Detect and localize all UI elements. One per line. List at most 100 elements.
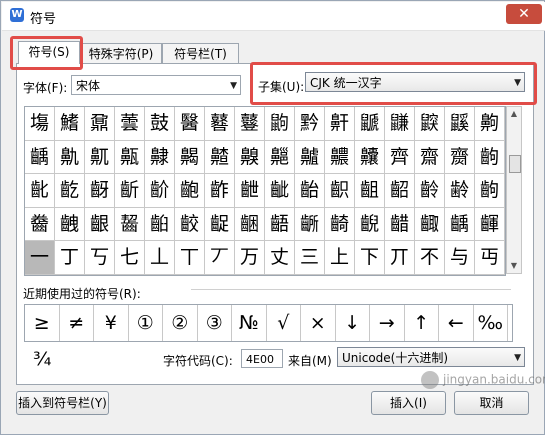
- symbol-cell[interactable]: 丁: [55, 241, 85, 275]
- recent-symbol[interactable]: ↓: [336, 305, 370, 341]
- symbol-cell[interactable]: 丂: [85, 241, 115, 275]
- recent-symbol[interactable]: ‰: [474, 305, 508, 341]
- tab-symbols[interactable]: 符号(S): [18, 41, 80, 64]
- symbol-cell[interactable]: 丏: [475, 241, 505, 275]
- recent-symbol[interactable]: ≠: [60, 305, 94, 341]
- symbol-cell[interactable]: 齆: [265, 140, 295, 174]
- encoding-select[interactable]: Unicode(十六进制) ▼: [337, 347, 525, 367]
- symbol-cell[interactable]: 丌: [385, 241, 415, 275]
- recent-symbol[interactable]: ↑: [405, 305, 439, 341]
- tab-symbol-bar[interactable]: 符号栏(T): [162, 43, 239, 64]
- symbol-cell[interactable]: 齌: [445, 140, 475, 174]
- symbol-cell[interactable]: 鼷: [445, 107, 475, 141]
- symbol-cell[interactable]: 鼸: [385, 107, 415, 141]
- symbol-cell[interactable]: 上: [325, 241, 355, 275]
- symbol-cell[interactable]: 塲: [25, 107, 55, 141]
- recent-symbol[interactable]: ③: [198, 305, 232, 341]
- symbol-cell[interactable]: 齥: [55, 207, 85, 241]
- insert-to-symbol-bar-button[interactable]: 插入到符号栏(Y): [16, 391, 109, 415]
- font-select[interactable]: 宋体 ▼: [71, 75, 241, 95]
- scroll-up-icon[interactable]: ▲: [507, 107, 521, 121]
- symbol-cell[interactable]: 齡: [415, 174, 445, 208]
- symbol-cell[interactable]: 齭: [295, 207, 325, 241]
- symbol-cell[interactable]: 鼶: [355, 107, 385, 141]
- symbol-cell[interactable]: 齘: [145, 174, 175, 208]
- symbol-cell[interactable]: 万: [235, 241, 265, 275]
- symbol-cell[interactable]: 齮: [325, 207, 355, 241]
- symbol-cell[interactable]: 齉: [355, 140, 385, 174]
- symbol-cell[interactable]: 醫: [175, 107, 205, 141]
- symbol-cell[interactable]: 鼟: [235, 107, 265, 141]
- recent-symbol[interactable]: ≥: [25, 305, 60, 341]
- symbol-cell[interactable]: 齔: [25, 174, 55, 208]
- symbol-cell[interactable]: 丆: [205, 241, 235, 275]
- symbol-cell[interactable]: 齛: [235, 174, 265, 208]
- symbol-cell[interactable]: 鼽: [55, 140, 85, 174]
- symbol-cell[interactable]: 齱: [415, 207, 445, 241]
- close-button[interactable]: ✕: [506, 4, 542, 24]
- symbol-cell[interactable]: 丄: [145, 241, 175, 275]
- symbol-cell[interactable]: 齃: [175, 140, 205, 174]
- symbol-cell[interactable]: 齄: [205, 140, 235, 174]
- recent-symbol[interactable]: ←: [439, 305, 474, 341]
- recent-symbol[interactable]: №: [232, 305, 267, 341]
- symbol-cell[interactable]: 齜: [265, 174, 295, 208]
- recent-symbol[interactable]: ¥: [94, 305, 129, 341]
- symbol-cell[interactable]: 与: [445, 241, 475, 275]
- symbol-cell[interactable]: 齣: [475, 140, 505, 174]
- symbol-cell[interactable]: 齗: [115, 174, 145, 208]
- insert-button[interactable]: 插入(I): [371, 391, 446, 415]
- symbol-cell[interactable]: 齝: [295, 174, 325, 208]
- subset-select[interactable]: CJK 统一汉字 ▼: [305, 72, 525, 92]
- symbol-cell[interactable]: 一: [25, 241, 55, 275]
- symbol-cell[interactable]: 不: [415, 241, 445, 275]
- symbol-cell[interactable]: 鼾: [325, 107, 355, 141]
- symbol-cell[interactable]: 齖: [85, 174, 115, 208]
- symbol-cell[interactable]: 齇: [295, 140, 325, 174]
- symbol-cell[interactable]: 齰: [385, 207, 415, 241]
- symbol-cell[interactable]: 齀: [115, 140, 145, 174]
- symbol-cell[interactable]: 鰭: [55, 107, 85, 141]
- symbol-cell[interactable]: 齦: [85, 207, 115, 241]
- grid-scrollbar[interactable]: ▲ ▼: [506, 106, 522, 274]
- recent-symbol[interactable]: →: [370, 305, 405, 341]
- cancel-button[interactable]: 取消: [454, 391, 529, 415]
- recent-symbol[interactable]: √: [267, 305, 301, 341]
- symbol-cell[interactable]: 鼓: [145, 107, 175, 141]
- symbol-cell[interactable]: 三: [295, 241, 325, 275]
- symbol-cell[interactable]: 齨: [145, 207, 175, 241]
- symbol-cell[interactable]: 齟: [355, 174, 385, 208]
- scroll-down-icon[interactable]: ▼: [507, 259, 521, 273]
- symbol-cell[interactable]: 齋: [415, 140, 445, 174]
- symbol-cell[interactable]: 齞: [325, 174, 355, 208]
- symbol-cell[interactable]: 齈: [325, 140, 355, 174]
- recent-symbol[interactable]: ¾: [25, 341, 60, 377]
- symbol-cell[interactable]: 七: [115, 241, 145, 275]
- recent-symbol[interactable]: ×: [301, 305, 336, 341]
- symbol-cell[interactable]: 鼿: [85, 140, 115, 174]
- symbol-cell[interactable]: 丈: [265, 241, 295, 275]
- symbol-cell[interactable]: 丅: [175, 241, 205, 275]
- symbol-cell[interactable]: 鼵: [415, 107, 445, 141]
- symbol-cell[interactable]: 齯: [355, 207, 385, 241]
- tab-special-chars[interactable]: 特殊字符(P): [80, 43, 162, 64]
- symbol-cell[interactable]: 齳: [475, 207, 505, 241]
- symbol-cell[interactable]: 齤: [25, 207, 55, 241]
- symbol-cell[interactable]: 齪: [205, 207, 235, 241]
- symbol-cell[interactable]: 齣: [475, 174, 505, 208]
- symbol-cell[interactable]: 齕: [55, 174, 85, 208]
- symbol-cell[interactable]: 齬: [265, 207, 295, 241]
- symbol-cell[interactable]: 齩: [175, 207, 205, 241]
- symbol-cell[interactable]: 鼩: [265, 107, 295, 141]
- charcode-input[interactable]: 4E00: [241, 349, 283, 368]
- symbol-cell[interactable]: 齅: [235, 140, 265, 174]
- symbol-cell[interactable]: 鼐: [85, 107, 115, 141]
- scroll-thumb[interactable]: [509, 155, 521, 173]
- symbol-cell[interactable]: 齠: [385, 174, 415, 208]
- symbol-cell[interactable]: 鼛: [205, 107, 235, 141]
- symbol-cell[interactable]: 蕓: [115, 107, 145, 141]
- symbol-cell[interactable]: 齫: [235, 207, 265, 241]
- symbol-cell[interactable]: 齁: [475, 107, 505, 141]
- symbol-cell[interactable]: 齲: [25, 140, 55, 174]
- symbol-cell[interactable]: 黔: [295, 107, 325, 141]
